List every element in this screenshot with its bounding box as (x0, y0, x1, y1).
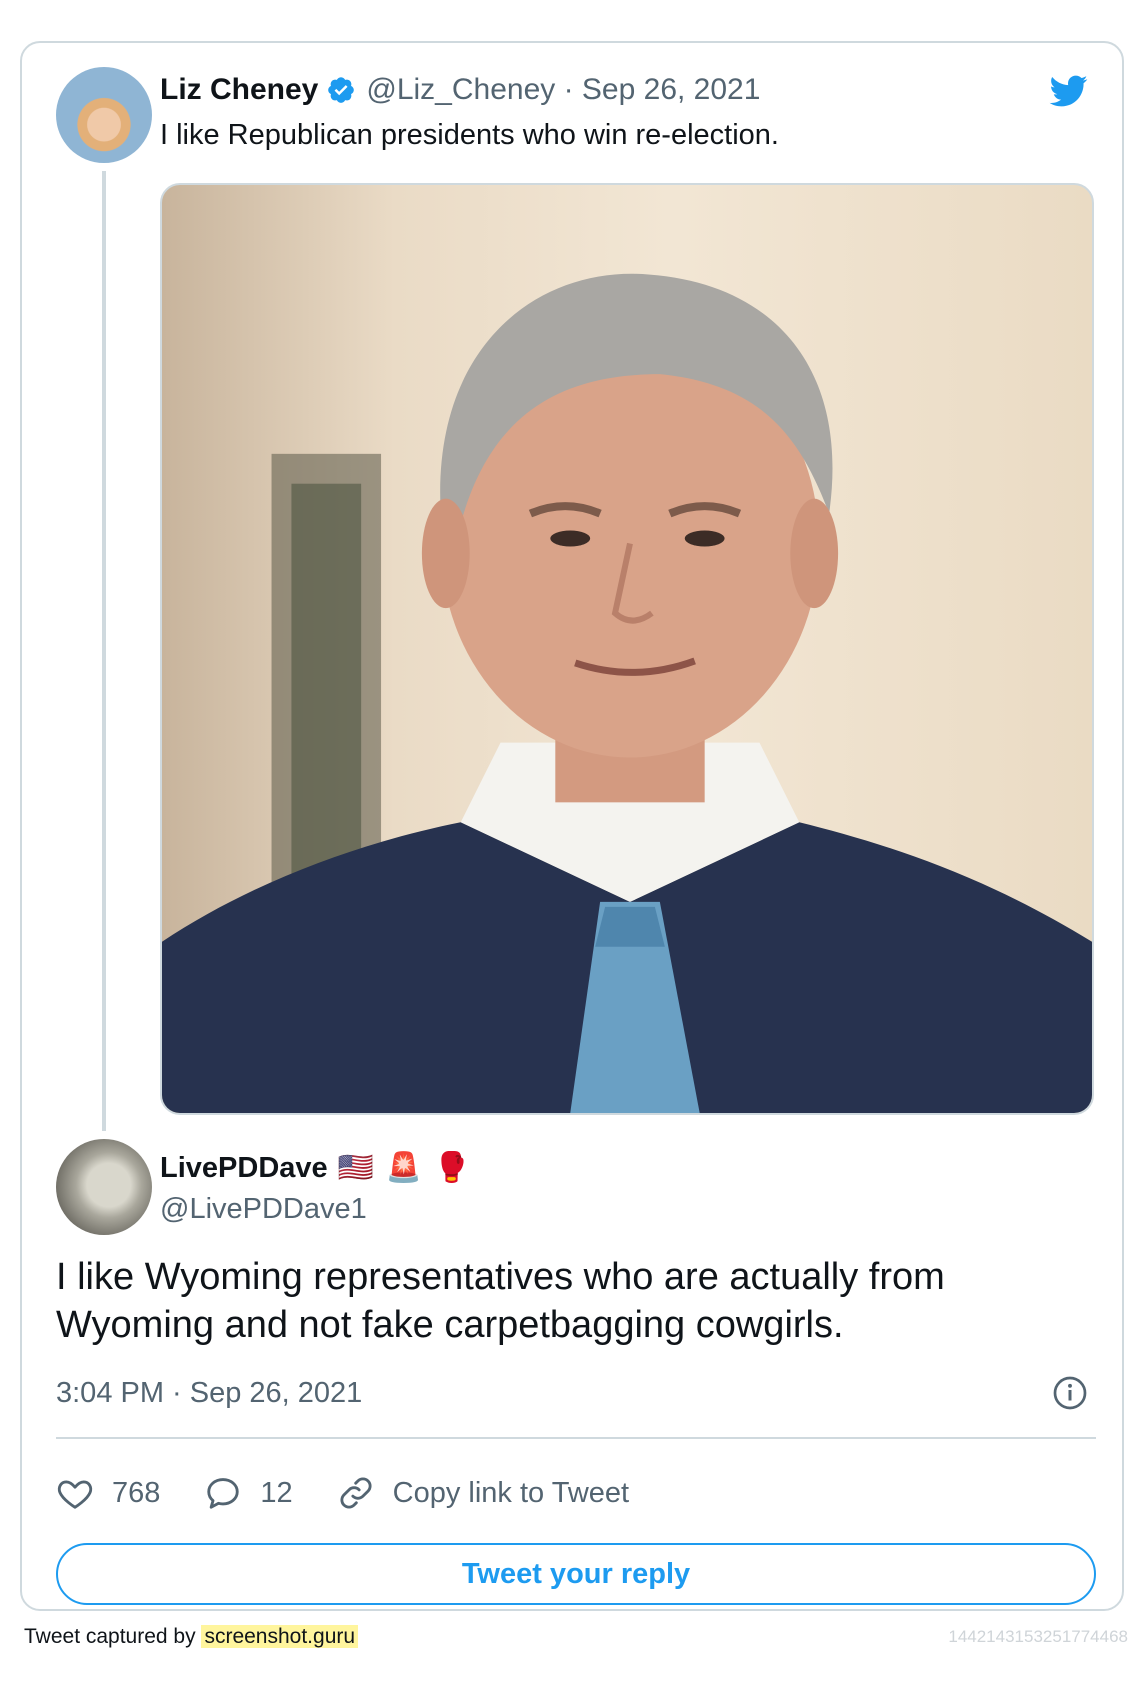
liz-cheney-avatar[interactable] (56, 67, 152, 163)
copy-link-label: Copy link to Tweet (392, 1476, 630, 1509)
reply-author-handle[interactable]: @LivePDDave1 (160, 1193, 367, 1226)
us-flag-icon: 🇺🇸 (337, 1152, 374, 1184)
tweet-timestamp[interactable]: 3:04 PM · Sep 26, 2021 (56, 1377, 362, 1410)
twitter-bird-icon[interactable] (1044, 71, 1092, 111)
tweet-card: Liz Cheney @Liz_Cheney · Sep 26, 2021 I … (20, 41, 1124, 1611)
quoted-author-name[interactable]: Liz Cheney (160, 73, 318, 107)
quoted-tweet-text: I like Republican presidents who win re-… (160, 119, 779, 151)
comment-icon (207, 1478, 240, 1509)
boxing-glove-icon: 🥊 (433, 1152, 470, 1184)
like-button[interactable]: 768 (56, 1474, 160, 1512)
name-emojis: 🇺🇸 🚨 🥊 (338, 1151, 470, 1185)
reply-author-name[interactable]: LivePDDave (160, 1152, 328, 1185)
livepddave-avatar[interactable] (56, 1139, 152, 1235)
link-icon (340, 1477, 372, 1509)
quoted-tweet-header: Liz Cheney @Liz_Cheney · Sep 26, 2021 (160, 73, 760, 107)
siren-icon: 🚨 (385, 1152, 422, 1184)
capture-credit: Tweet captured by screenshot.guru (24, 1625, 359, 1649)
portrait-illustration (162, 273, 1092, 1113)
screenshot-guru-link[interactable]: screenshot.guru (201, 1625, 359, 1648)
reply-tweet-text: I like Wyoming representatives who are a… (56, 1256, 945, 1346)
reply-author-row: LivePDDave 🇺🇸 🚨 🥊 (160, 1151, 470, 1185)
tweet-media-photo[interactable] (160, 183, 1094, 1115)
capture-credit-prefix: Tweet captured by (24, 1625, 196, 1648)
heart-icon (57, 1480, 93, 1509)
reply-count-button[interactable]: 12 (204, 1474, 293, 1512)
reply-count: 12 (260, 1476, 293, 1509)
like-count: 768 (112, 1476, 161, 1509)
thread-line (102, 171, 106, 1131)
divider (56, 1437, 1096, 1439)
info-icon[interactable] (1052, 1375, 1088, 1411)
tweet-your-reply-button[interactable]: Tweet your reply (56, 1543, 1096, 1605)
copy-link-button[interactable]: Copy link to Tweet (337, 1474, 629, 1512)
tweet-actions: 768 12 Copy link to Tweet (56, 1471, 673, 1515)
tweet-id: 1442143153251774468 (948, 1627, 1128, 1646)
quoted-handle-date[interactable]: @Liz_Cheney · Sep 26, 2021 (366, 73, 760, 107)
verified-badge-icon (328, 77, 355, 103)
